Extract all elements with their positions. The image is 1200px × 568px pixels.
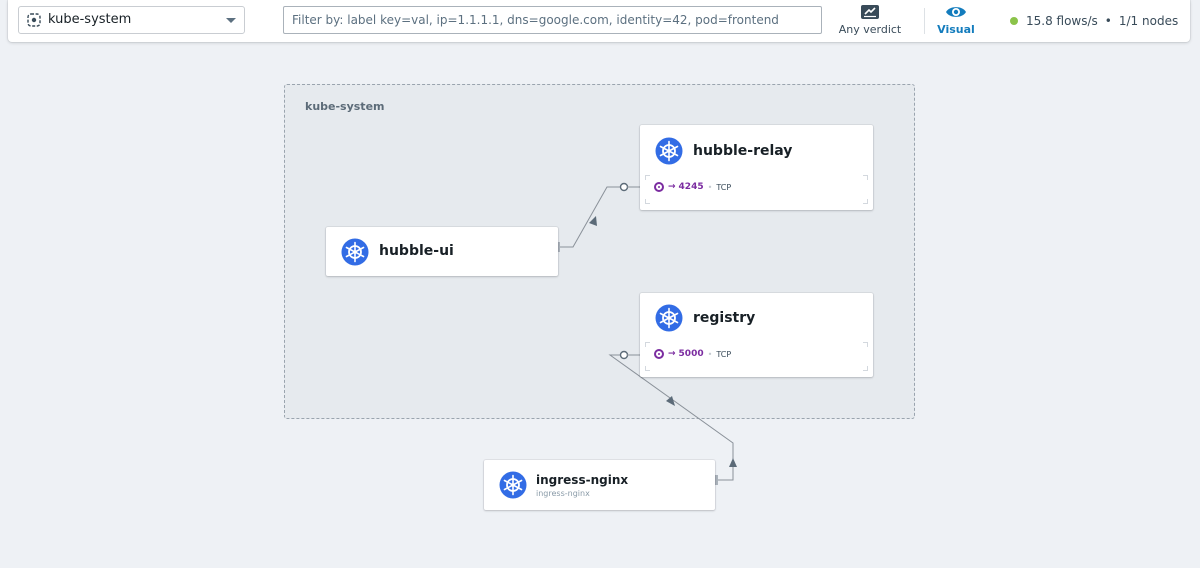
flows-rate: 15.8 flows/s [1026, 14, 1098, 28]
nodes-count: 1/1 nodes [1118, 14, 1179, 28]
corner-mark [863, 175, 868, 180]
service-title: registry [693, 310, 756, 326]
verdict-button-label: Any verdict [838, 23, 902, 36]
corner-mark [645, 366, 650, 371]
port-separator: • [707, 349, 713, 359]
port-number: 5000 [678, 349, 704, 359]
connection-status: 15.8 flows/s • 1/1 nodes [1010, 12, 1178, 30]
port-protocol: TCP [716, 349, 732, 359]
port-row: → 4245 • TCP [654, 182, 731, 192]
namespace-icon [27, 13, 41, 27]
corner-mark [863, 366, 868, 371]
service-subtitle: ingress-nginx [536, 489, 590, 498]
eye-icon [946, 7, 966, 17]
port-icon [654, 182, 664, 192]
namespace-box-title: kube-system [305, 100, 385, 113]
status-indicator [1010, 17, 1018, 25]
filter-input[interactable] [283, 6, 822, 34]
verdict-icon [861, 5, 879, 19]
kubernetes-icon [341, 238, 369, 266]
port-protocol: TCP [716, 182, 732, 192]
kubernetes-icon [655, 137, 683, 165]
service-title: hubble-relay [693, 143, 793, 159]
kubernetes-icon [655, 304, 683, 332]
corner-mark [645, 342, 650, 347]
edge-arrow [729, 458, 737, 467]
service-card-hubble-relay[interactable]: hubble-relay → 4245 • TCP [640, 125, 873, 210]
port-icon [654, 349, 664, 359]
chevron-down-icon [226, 18, 236, 23]
corner-mark [863, 342, 868, 347]
corner-mark [645, 199, 650, 204]
top-bar: kube-system Any verdict Visual 15.8 flow… [8, 0, 1190, 42]
port-arrow: → [668, 182, 676, 192]
status-separator: • [1104, 14, 1112, 28]
service-title: hubble-ui [379, 243, 454, 259]
port-row: → 5000 • TCP [654, 349, 731, 359]
verdict-filter-button[interactable]: Any verdict [836, 3, 904, 39]
service-card-registry[interactable]: registry → 5000 • TCP [640, 293, 873, 377]
namespace-selector[interactable]: kube-system [18, 6, 245, 34]
port-arrow: → [668, 349, 676, 359]
visual-button[interactable]: Visual [934, 3, 978, 39]
namespace-value: kube-system [48, 12, 132, 27]
corner-mark [645, 175, 650, 180]
toolbar-divider [924, 8, 925, 34]
visual-button-label: Visual [937, 23, 975, 36]
edge-source-handle [715, 475, 718, 485]
kubernetes-icon [499, 471, 527, 499]
service-title: ingress-nginx [536, 473, 629, 487]
corner-mark [863, 199, 868, 204]
service-card-ingress-nginx[interactable]: ingress-nginx ingress-nginx [484, 460, 715, 510]
service-card-hubble-ui[interactable]: hubble-ui [326, 227, 558, 276]
port-separator: • [707, 182, 713, 192]
port-number: 4245 [678, 182, 704, 192]
